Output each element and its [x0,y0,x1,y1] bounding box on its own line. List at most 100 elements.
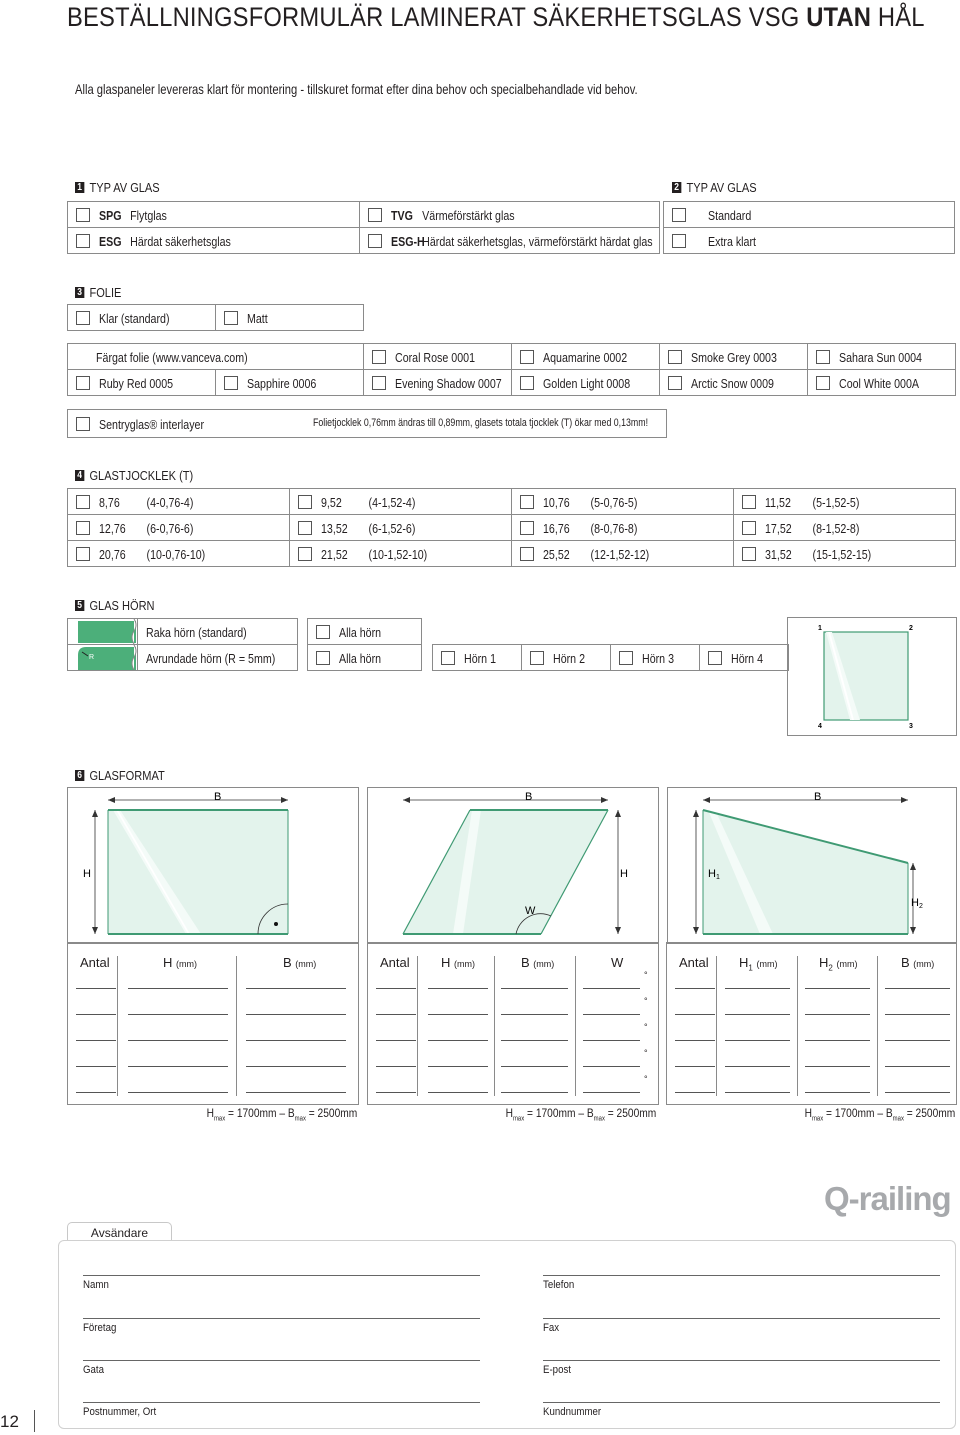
entry-field[interactable] [675,1092,715,1093]
checkbox[interactable] [76,521,90,536]
entry-field[interactable] [428,1092,488,1093]
checkbox[interactable] [76,208,90,223]
entry-field[interactable] [428,1040,488,1041]
checkbox[interactable] [372,376,387,391]
entry-field[interactable] [583,1066,640,1067]
checkbox[interactable] [368,234,382,249]
entry-field[interactable] [885,1040,950,1041]
entry-field[interactable] [583,1040,640,1041]
entry-field[interactable] [76,1066,116,1067]
color-option[interactable]: Sapphire 0006 [214,369,365,396]
thickness-option[interactable]: 9,52 (4-1,52-4) [289,488,512,515]
entry-field[interactable] [128,1014,228,1015]
entry-field[interactable] [76,1092,116,1093]
checkbox[interactable] [672,234,686,249]
checkbox[interactable] [368,208,382,223]
checkbox[interactable] [668,376,683,391]
street-field[interactable] [83,1360,480,1361]
option-all-corners-rounded[interactable]: Alla hörn [307,644,422,671]
checkbox[interactable] [520,547,534,562]
color-option[interactable]: Ruby Red 0005 [67,369,216,396]
checkbox[interactable] [520,376,535,391]
entry-field[interactable] [675,988,715,989]
entry-field[interactable] [885,1092,950,1093]
color-option[interactable]: Cool White 000A [807,369,957,396]
entry-field[interactable] [805,1092,870,1093]
checkbox[interactable] [76,311,90,326]
entry-field[interactable] [805,1014,870,1015]
customer-number-field[interactable] [543,1402,940,1403]
thickness-option[interactable]: 16,76 (8-0,76-8) [511,514,734,541]
entry-field[interactable] [583,1092,640,1093]
checkbox[interactable] [76,495,90,510]
checkbox[interactable] [742,495,756,510]
entry-field[interactable] [501,1066,568,1067]
option-corner-4[interactable]: Hörn 4 [699,644,789,671]
entry-field[interactable] [885,1066,950,1067]
option-esg[interactable]: ESG Härdat säkerhetsglas [67,227,360,254]
checkbox[interactable] [530,651,544,666]
thickness-option[interactable]: 21,52 (10-1,52-10) [289,540,512,567]
checkbox[interactable] [816,350,831,365]
entry-field[interactable] [246,1040,346,1041]
checkbox[interactable] [316,625,330,640]
checkbox[interactable] [76,547,90,562]
entry-field[interactable] [76,1040,116,1041]
checkbox[interactable] [619,651,633,666]
option-matt[interactable]: Matt [215,304,364,331]
option-tvg[interactable]: TVG Värmeförstärkt glas [359,201,660,228]
checkbox[interactable] [520,521,534,536]
phone-field[interactable] [543,1275,940,1276]
entry-field[interactable] [725,1014,790,1015]
option-klar[interactable]: Klar (standard) [67,304,216,331]
entry-field[interactable] [428,1014,488,1015]
entry-field[interactable] [128,1066,228,1067]
entry-field[interactable] [376,1040,416,1041]
postcode-field[interactable] [83,1402,480,1403]
checkbox[interactable] [372,350,387,365]
entry-field[interactable] [76,1014,116,1015]
thickness-option[interactable]: 12,76 (6-0,76-6) [67,514,290,541]
entry-field[interactable] [246,1092,346,1093]
entry-field[interactable] [376,1092,416,1093]
entry-field[interactable] [885,988,950,989]
entry-field[interactable] [725,988,790,989]
checkbox[interactable] [742,521,756,536]
color-option[interactable]: Arctic Snow 0009 [659,369,809,396]
entry-field[interactable] [246,1014,346,1015]
checkbox[interactable] [520,350,535,365]
entry-field[interactable] [376,1014,416,1015]
entry-field[interactable] [675,1066,715,1067]
checkbox[interactable] [298,547,312,562]
thickness-option[interactable]: 8,76 (4-0,76-4) [67,488,290,515]
option-standard[interactable]: Standard [663,201,955,228]
thickness-option[interactable]: 25,52 (12-1,52-12) [511,540,734,567]
email-field[interactable] [543,1360,940,1361]
entry-field[interactable] [675,1040,715,1041]
option-corner-1[interactable]: Hörn 1 [432,644,522,671]
option-esg-h[interactable]: ESG-HHärdat säkerhetsglas, värmeförstärk… [359,227,660,254]
entry-field[interactable] [583,1014,640,1015]
checkbox[interactable] [316,651,330,666]
color-option[interactable]: Golden Light 0008 [511,369,661,396]
entry-field[interactable] [501,1014,568,1015]
checkbox[interactable] [441,651,455,666]
checkbox[interactable] [224,376,238,391]
entry-field[interactable] [128,1092,228,1093]
entry-field[interactable] [805,988,870,989]
entry-field[interactable] [805,1040,870,1041]
option-extra-klart[interactable]: Extra klart [663,227,955,254]
entry-field[interactable] [885,1014,950,1015]
thickness-option[interactable]: 31,52 (15-1,52-15) [733,540,956,567]
option-spg[interactable]: SPG Flytglas [67,201,360,228]
checkbox[interactable] [224,311,238,326]
entry-field[interactable] [725,1066,790,1067]
entry-field[interactable] [246,988,346,989]
option-sentryglas[interactable]: Sentryglas® interlayer Folietjocklek 0,7… [67,409,667,438]
entry-field[interactable] [128,1040,228,1041]
checkbox[interactable] [672,208,686,223]
checkbox[interactable] [668,350,683,365]
checkbox[interactable] [708,651,722,666]
color-option[interactable]: Coral Rose 0001 [363,343,513,370]
color-option[interactable]: Sahara Sun 0004 [807,343,957,370]
